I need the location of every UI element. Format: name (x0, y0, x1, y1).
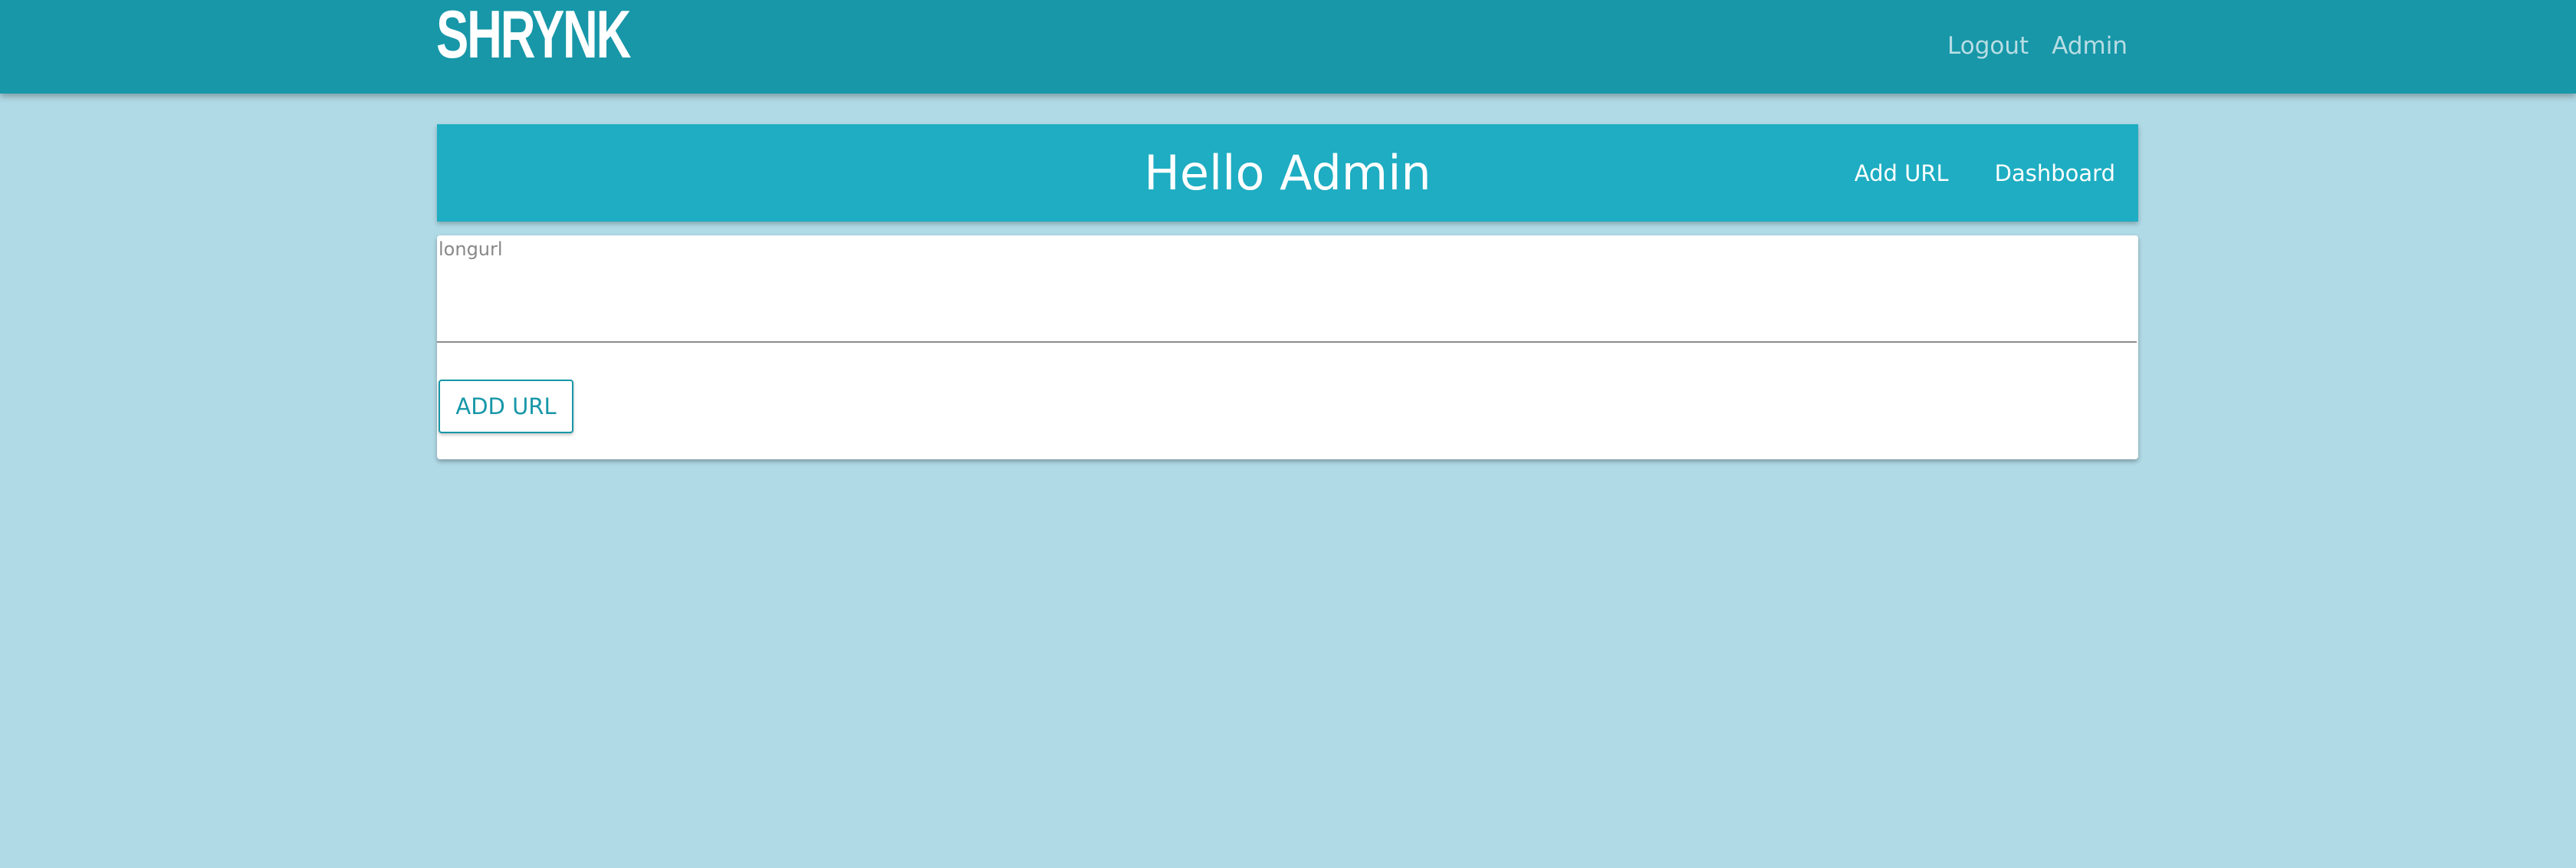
section-nav: Add URL Dashboard (1855, 124, 2115, 222)
add-url-link[interactable]: Add URL (1855, 160, 1949, 186)
add-url-form: ADD URL (437, 235, 2138, 459)
top-navbar: SHRYNK Logout Admin (0, 0, 2576, 94)
main-container: Hello Admin Add URL Dashboard ADD URL (437, 124, 2138, 459)
logout-link[interactable]: Logout (1947, 32, 2029, 60)
logo[interactable]: SHRYNK (436, 0, 631, 69)
top-nav-links: Logout Admin (1947, 23, 2128, 69)
hello-bar: Hello Admin Add URL Dashboard (437, 124, 2138, 222)
dashboard-link[interactable]: Dashboard (1995, 160, 2115, 186)
add-url-button[interactable]: ADD URL (439, 380, 573, 433)
admin-link[interactable]: Admin (2052, 32, 2128, 60)
longurl-textarea[interactable] (437, 235, 2137, 343)
